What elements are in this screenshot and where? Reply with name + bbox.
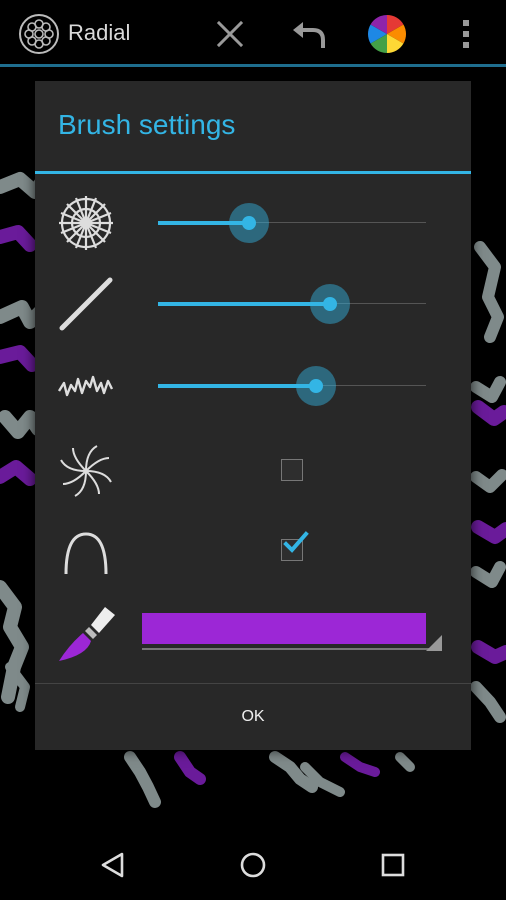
- jitter-slider[interactable]: [158, 364, 426, 408]
- undo-icon[interactable]: [289, 14, 329, 54]
- close-icon[interactable]: [210, 14, 250, 54]
- title-divider: [35, 171, 471, 174]
- curve-row: [35, 511, 471, 591]
- curve-checkbox[interactable]: [281, 531, 309, 561]
- dialog-title: Brush settings: [58, 109, 236, 140]
- brush-width-icon: [59, 277, 113, 331]
- overflow-menu-icon[interactable]: [452, 14, 480, 54]
- color-underline: [142, 648, 442, 650]
- checkmark-icon: [283, 531, 309, 553]
- brush-color-swatch[interactable]: [142, 613, 426, 644]
- curve-icon: [64, 532, 108, 575]
- back-icon[interactable]: [97, 849, 129, 881]
- ok-button[interactable]: OK: [35, 684, 471, 750]
- recent-apps-icon[interactable]: [377, 849, 409, 881]
- spiral-icon: [60, 445, 112, 497]
- home-icon[interactable]: [237, 849, 269, 881]
- paintbrush-icon: [59, 607, 115, 661]
- jitter-icon: [57, 375, 114, 397]
- color-wheel-icon[interactable]: [367, 14, 407, 54]
- app-title: Radial: [68, 20, 131, 45]
- radial-segments-icon: [59, 196, 113, 250]
- brush-width-slider[interactable]: [158, 282, 426, 326]
- radial-segments-row: [35, 183, 471, 263]
- action-bar: Radial: [0, 0, 506, 67]
- spinner-corner-icon: [426, 635, 442, 651]
- radial-segments-slider[interactable]: [158, 201, 426, 245]
- brush-width-row: [35, 264, 471, 344]
- spiral-checkbox[interactable]: [281, 459, 303, 481]
- brush-color-row: [35, 599, 471, 679]
- navigation-bar: [0, 828, 506, 900]
- brush-settings-dialog: Brush settings OK: [35, 81, 471, 750]
- app-logo-icon[interactable]: [18, 13, 60, 55]
- spiral-row: [35, 431, 471, 511]
- jitter-row: [35, 346, 471, 426]
- action-bar-divider: [0, 64, 506, 67]
